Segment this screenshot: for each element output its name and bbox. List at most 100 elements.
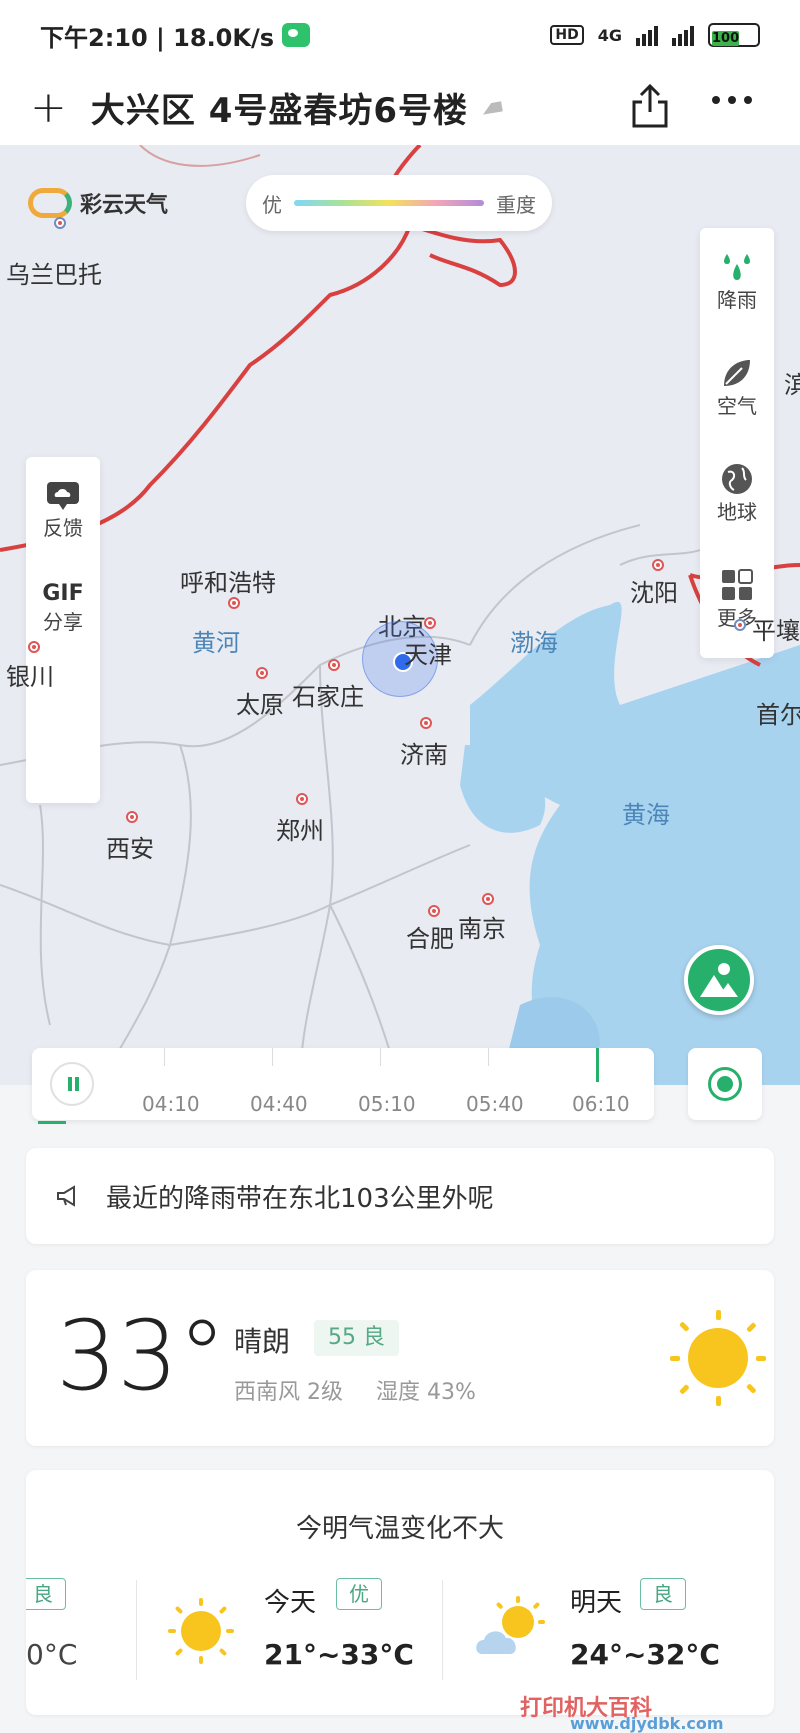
timeline-tick: 06:10	[572, 1092, 630, 1116]
gif-share-label: 分享	[43, 610, 83, 634]
wechat-notification-icon	[282, 23, 311, 47]
app-header: + 大兴区 4号盛春坊6号楼	[0, 70, 800, 145]
today-range: 21°~33°C	[264, 1638, 414, 1671]
current-temperature: 33°	[56, 1300, 227, 1412]
timeline-tick: 04:40	[250, 1092, 308, 1116]
battery-level: 100	[712, 31, 740, 46]
map-label-pyongyang: 平壤	[752, 617, 800, 645]
network-type: 4G	[597, 25, 622, 45]
feedback-panel: 反馈 GIF 分享	[26, 457, 100, 803]
map-dot-tianjin	[424, 617, 436, 629]
today-label: 今天	[264, 1588, 317, 1618]
signal-icon-2	[672, 24, 694, 46]
map-dot-shenyang	[652, 559, 664, 571]
legend-high-label: 重度	[496, 192, 536, 217]
map-label-hohhot: 呼和浩特	[180, 569, 276, 597]
daily-forecast-card[interactable]: 今明气温变化不大 良 0°C 今天 优 21°~33°C 明天 良 24°~32…	[26, 1470, 774, 1715]
brand-logo: 彩云天气	[28, 187, 168, 219]
map-label-ulanbator: 乌兰巴托	[6, 261, 102, 289]
map-label-yinchuan: 银川	[6, 663, 54, 691]
layer-air[interactable]: 空气	[700, 334, 774, 440]
map-dot-shijiazhuang	[328, 659, 340, 671]
battery-icon: 100	[708, 23, 760, 47]
map-label-shijiazhuang: 石家庄	[292, 683, 364, 711]
map-layer-panel: 降雨 空气 地球 更多	[700, 228, 774, 658]
timeline-tick: 05:10	[358, 1092, 416, 1116]
caiyun-logo-icon	[28, 188, 72, 218]
map-dot-pyongyang	[734, 619, 746, 631]
forecast-headline: 今明气温变化不大	[295, 1514, 504, 1544]
map-dot-hohhot	[228, 597, 240, 609]
current-humidity: 湿度 43%	[376, 1380, 476, 1405]
yesterday-range: 0°C	[26, 1638, 78, 1671]
map-dot-nanjing	[482, 893, 494, 905]
tomorrow-range: 24°~32°C	[570, 1638, 720, 1671]
map-label-shenyang: 沈阳	[630, 579, 678, 607]
locate-button[interactable]	[688, 1048, 762, 1120]
map-label-yellow-sea: 黄海	[622, 801, 670, 829]
sun-icon	[670, 1310, 766, 1406]
legend-gradient-bar	[294, 200, 484, 206]
map-dot-ulanbator	[54, 217, 66, 229]
location-title[interactable]: 大兴区 4号盛春坊6号楼	[91, 83, 468, 132]
grid-icon	[722, 568, 753, 600]
today-aqi-tag: 优	[336, 1578, 382, 1610]
map-label-xian: 西安	[106, 835, 154, 863]
layer-air-label: 空气	[717, 393, 757, 418]
current-wind: 西南风 2级	[234, 1380, 343, 1405]
rain-drops-icon	[724, 253, 750, 280]
radar-map[interactable]: 彩云天气 优 重度 降雨 空气 地球 更多 反馈 GIF 分享 乌兰巴托 滨 呼…	[0, 145, 800, 1085]
map-label-hefei: 合肥	[406, 925, 454, 953]
current-weather-card[interactable]: 33° 晴朗 55 良 西南风 2级 湿度 43%	[26, 1270, 774, 1446]
location-arrow-icon	[481, 100, 503, 115]
map-label-taiyuan: 太原	[236, 691, 284, 719]
map-label-bohai: 渤海	[510, 629, 558, 657]
more-icon[interactable]	[712, 96, 752, 104]
aqi-legend: 优 重度	[246, 175, 552, 231]
signal-icon	[636, 24, 658, 46]
tomorrow-partly-cloudy-icon	[476, 1596, 545, 1654]
gif-label: GIF	[42, 581, 84, 606]
weather-app-screen: 下午2:10 | 18.0K/s HD 4G 100 + 大兴区 4号盛春坊6号…	[0, 0, 800, 1733]
rain-notice-card[interactable]: 最近的降雨带在东北103公里外呢	[26, 1148, 774, 1244]
hd-badge: HD	[550, 25, 584, 45]
timeline-progress	[38, 1121, 66, 1124]
radar-timeline[interactable]: 04:10 04:40 05:10 05:40 06:10	[32, 1048, 654, 1124]
today-sun-icon	[168, 1598, 234, 1664]
mountain-icon	[700, 963, 738, 997]
current-condition: 晴朗	[234, 1325, 291, 1358]
timeline-cursor[interactable]	[596, 1048, 599, 1082]
rain-notice-text: 最近的降雨带在东北103公里外呢	[106, 1183, 494, 1214]
map-dot-xian	[126, 811, 138, 823]
layer-globe-label: 地球	[717, 499, 757, 524]
legend-low-label: 优	[262, 192, 282, 217]
map-dot-taiyuan	[256, 667, 268, 679]
status-bar: 下午2:10 | 18.0K/s HD 4G 100	[0, 0, 800, 70]
current-aqi-badge: 55 良	[314, 1320, 399, 1356]
layer-globe[interactable]: 地球	[700, 440, 774, 546]
feedback-cloud-icon	[47, 481, 79, 510]
pause-icon[interactable]	[50, 1062, 94, 1106]
tomorrow-aqi-tag: 良	[640, 1578, 686, 1610]
map-dot-jinan	[420, 717, 432, 729]
plus-icon[interactable]: +	[30, 85, 67, 130]
gif-share-button[interactable]: GIF 分享	[26, 563, 100, 653]
leaf-icon	[724, 359, 750, 386]
timeline-tick: 05:40	[466, 1092, 524, 1116]
layer-rain-label: 降雨	[717, 287, 757, 312]
watermark-url: www.djydbk.com	[570, 1714, 724, 1733]
megaphone-icon	[57, 1185, 75, 1207]
globe-icon	[722, 463, 752, 494]
map-label-seoul: 首尔	[756, 701, 800, 729]
layer-rain[interactable]: 降雨	[700, 228, 774, 334]
explore-mountain-button[interactable]	[684, 945, 754, 1015]
share-icon[interactable]	[630, 82, 670, 130]
feedback-button[interactable]: 反馈	[26, 457, 100, 563]
brand-name: 彩云天气	[80, 193, 169, 218]
map-label-nanjing: 南京	[458, 915, 506, 943]
map-dot-yinchuan	[28, 641, 40, 653]
map-label-zhengzhou: 郑州	[276, 817, 324, 845]
status-time-speed: 下午2:10 | 18.0K/s	[40, 23, 275, 52]
map-dot-hefei	[428, 905, 440, 917]
status-indicators: HD 4G 100	[550, 23, 760, 47]
